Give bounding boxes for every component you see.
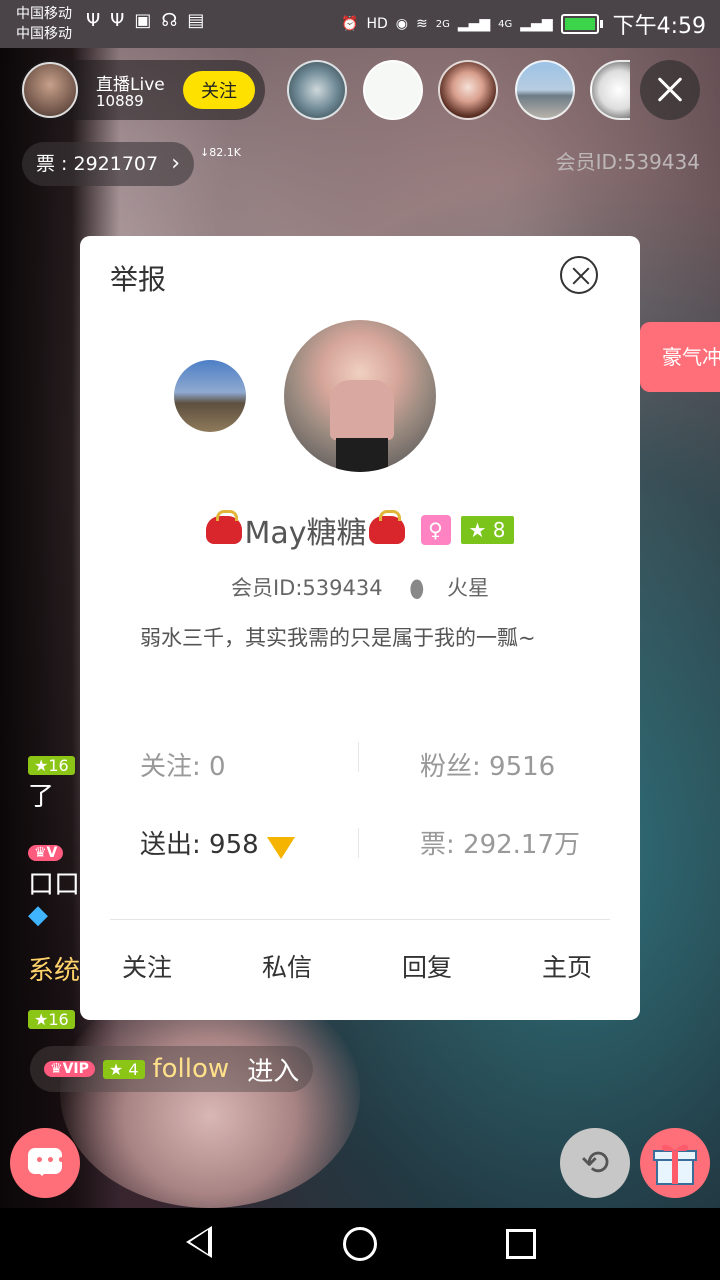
chat-message: ★16 [28,1002,75,1032]
location: 火星 [447,576,490,600]
reply-button[interactable]: 回复 [402,948,452,984]
status-bar: 中国移动 中国移动 Ψ Ψ ▣ ☊ ▤ ⏰ HD ◉ ≋ 2G ▂▄▆ 4G ▂… [0,0,720,48]
host-member-id: 会员ID:539434 [555,150,700,174]
enter-action-text: 进入 [247,1056,300,1087]
notification-icons: Ψ Ψ ▣ ☊ ▤ [86,10,204,31]
side-promo-tag[interactable]: 豪气冲 [640,322,720,392]
chat-message-text: 口口 [28,870,81,900]
crown-vip-icon: ♛VIP [44,1061,95,1077]
ticket-count: 票 : 2921707 [36,153,159,175]
purse-icon [206,510,243,544]
chat-message: ★16 [28,748,75,778]
user-profile-dialog: 举报 May糖糖 ♀ ★ 8 会员ID:539434 ⬮ 火星 弱水三千，其实我… [80,236,640,1020]
network-4g: 4G [498,18,513,30]
user-avatar[interactable] [284,320,436,472]
system-message-label: 系统 [28,956,81,986]
carrier-2: 中国移动 [16,26,72,42]
signal-icon: ▂▄▆ [520,16,553,32]
usb-icon: Ψ [86,10,101,31]
host-avatar[interactable] [22,62,78,118]
report-link[interactable]: 举报 [110,258,166,298]
network-speed: ↓82.1K [200,146,241,159]
signal-icon: ▂▄▆ [457,16,491,32]
ticket-count-pill[interactable]: 票 : 2921707 › [22,142,194,186]
usb-icon: Ψ [110,10,125,31]
viewer-avatar[interactable] [363,60,423,120]
avatar-figure [330,380,394,440]
actions-divider [110,919,610,920]
alarm-icon: ⏰ [341,16,359,32]
app-notification-icon: ▤ [187,10,205,31]
chat-bubble-icon: ••• [35,1153,68,1169]
hd-icon: HD [366,16,388,32]
user-level-badge: ★ 8 [460,516,514,544]
member-id: 会员ID:539434 [230,576,383,600]
home-nav-icon[interactable] [343,1227,377,1261]
level-badge: ★16 [28,756,75,775]
crown-vip-icon: ♛V [28,845,64,861]
username: May糖糖 [244,516,367,551]
purse-icon [368,510,405,544]
diamond-icon [266,836,295,859]
follow-host-button[interactable]: 关注 [183,71,255,109]
sent-gifts-count: 送出: 958 [140,830,259,860]
viewer-avatar[interactable] [287,60,347,120]
chat-button[interactable]: ••• [10,1128,80,1198]
wifi-icon: ≋ [415,16,428,32]
user-bio: 弱水三千，其实我需的只是属于我的一瓢~ [140,626,536,650]
back-nav-icon[interactable] [186,1226,212,1258]
host-info-bar[interactable]: 直播Live 10889 关注 [20,60,265,120]
level-badge: ★ 4 [102,1059,145,1079]
status-right: ⏰ HD ◉ ≋ 2G ▂▄▆ 4G ▂▄▆ 下午4:59 [341,8,706,40]
chevron-right-icon: › [171,151,180,176]
recent-apps-nav-icon[interactable] [506,1229,536,1259]
share-icon[interactable]: ⟲ [560,1128,630,1198]
chat-message: ♛V [28,834,64,864]
carrier-1: 中国移动 [16,6,72,22]
battery-icon [560,14,603,34]
username-row: May糖糖 ♀ ★ 8 [80,508,640,552]
close-live-button[interactable] [640,60,700,120]
following-count: 关注: 0 [140,752,226,782]
entering-username[interactable]: follow [153,1054,230,1084]
app-notification-icon: ▣ [134,10,152,31]
stat-divider [358,828,359,858]
network-2g: 2G [435,18,450,30]
clock: 下午4:59 [612,14,706,39]
headset-icon: ☊ [161,10,178,31]
stat-divider [358,742,359,772]
follow-user-button[interactable]: 关注 [122,948,172,984]
gift-button[interactable] [640,1128,710,1198]
private-message-button[interactable]: 私信 [262,948,312,984]
fans-count: 粉丝: 9516 [420,752,556,782]
gift-icon [653,1144,697,1185]
viewer-avatar[interactable] [438,60,498,120]
homepage-button[interactable]: 主页 [542,948,592,984]
carrier-labels: 中国移动 中国移动 [16,4,72,44]
location-pin-icon: ⬮ [409,575,425,603]
viewer-mini-avatar[interactable] [174,360,246,432]
user-enter-message: ♛VIP ★ 4 follow 进入 [30,1046,314,1092]
avatar-figure [336,438,388,472]
user-info-row: 会员ID:539434 ⬮ 火星 [80,572,640,603]
female-gender-icon: ♀ [420,515,451,545]
tickets-received: 票: 292.17万 [420,830,580,860]
sent-gifts: 送出: 958 [140,824,295,861]
diamond-icon: ◆ [28,900,48,930]
viewer-avatar[interactable] [515,60,575,120]
chat-message-text: 了 [28,782,55,812]
close-dialog-button[interactable] [560,256,598,294]
level-badge: ★16 [28,1010,75,1029]
eye-icon: ◉ [395,16,408,32]
host-viewer-count: 10889 [96,92,144,110]
